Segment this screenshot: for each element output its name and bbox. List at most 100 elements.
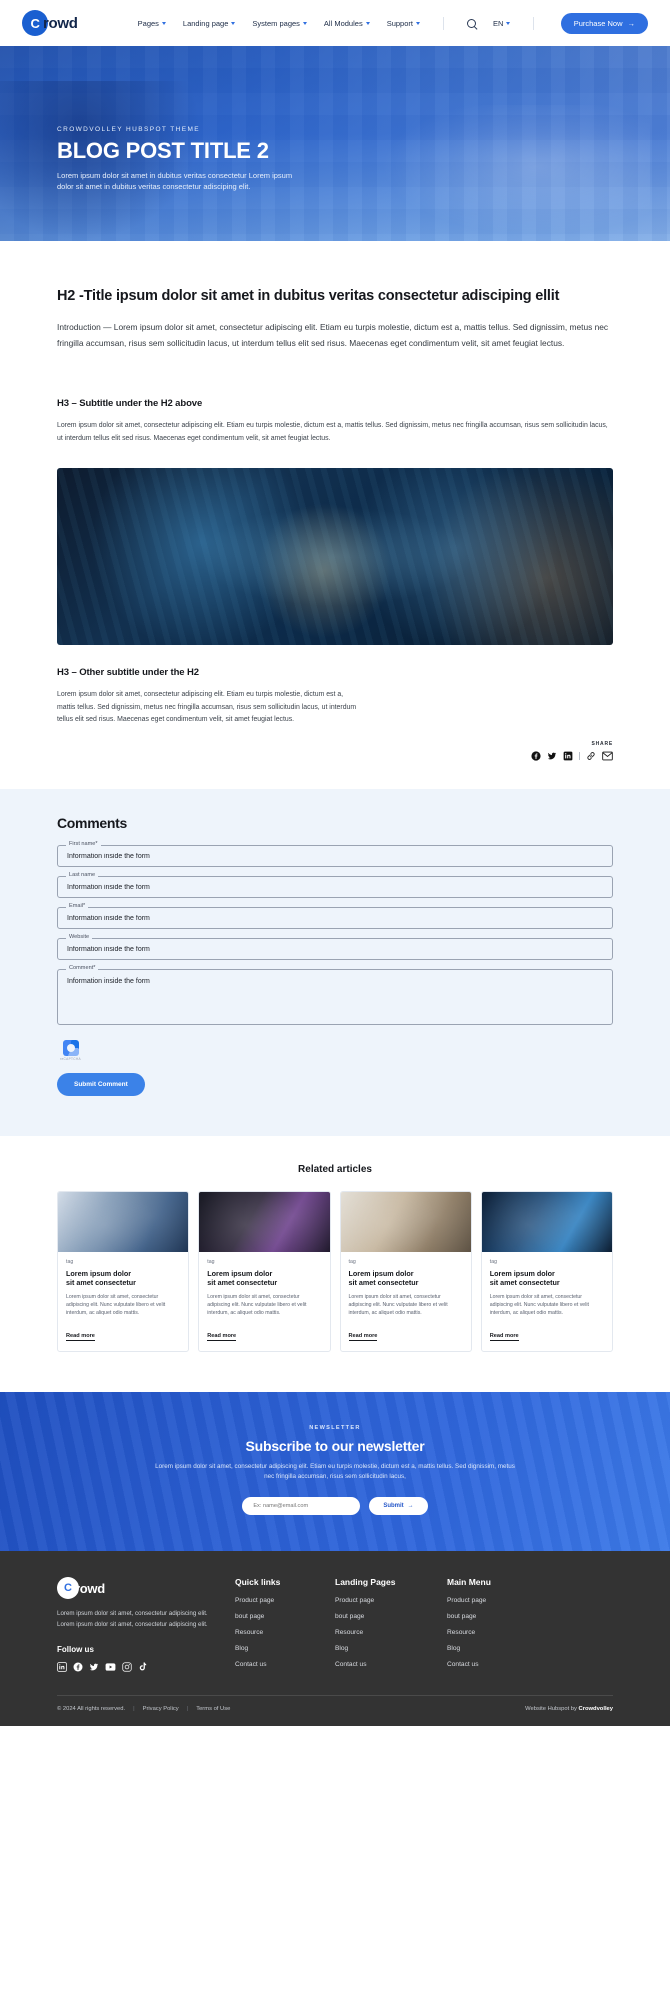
article-intro: Introduction — Lorem ipsum dolor sit ame…	[57, 322, 609, 348]
newsletter-content: NEWSLETTER Subscribe to our newsletter L…	[57, 1424, 613, 1516]
twitter-icon[interactable]	[547, 751, 557, 761]
hero-subtitle: Lorem ipsum dolor sit amet in dubitus ve…	[57, 170, 293, 192]
card-body: tag Lorem ipsum dolor sit amet consectet…	[482, 1252, 612, 1351]
article-card[interactable]: tag Lorem ipsum dolor sit amet consectet…	[198, 1191, 331, 1352]
first-name-input[interactable]	[57, 845, 613, 868]
nav-item-system-pages[interactable]: System pages	[252, 19, 307, 28]
footer-legal: © 2024 All rights reserved. | Privacy Po…	[57, 1706, 230, 1712]
newsletter-submit-button[interactable]: Submit →	[369, 1497, 428, 1516]
nav-label: System pages	[252, 18, 300, 28]
nav-item-landing-page[interactable]: Landing page	[183, 19, 236, 28]
footer-link[interactable]: bout page	[335, 1613, 447, 1620]
linkedin-icon[interactable]	[57, 1662, 67, 1672]
footer-link[interactable]: bout page	[447, 1613, 547, 1620]
tiktok-icon[interactable]	[138, 1662, 147, 1672]
card-title: Lorem ipsum dolor sit amet consectetur	[66, 1269, 136, 1288]
footer-link[interactable]: Product page	[335, 1597, 447, 1604]
last-name-input[interactable]	[57, 876, 613, 899]
article-body-b: Lorem ipsum dolor sit amet, consectetur …	[57, 690, 357, 724]
footer-column-title: Quick links	[235, 1577, 281, 1588]
article-card[interactable]: tag Lorem ipsum dolor sit amet consectet…	[480, 1191, 613, 1352]
website-input[interactable]	[57, 938, 613, 961]
nav-label: Pages	[137, 18, 159, 28]
card-tag: tag	[348, 1259, 356, 1266]
link-icon[interactable]	[586, 751, 596, 761]
chevron-down-icon	[231, 21, 236, 25]
card-thumbnail	[340, 1192, 471, 1253]
hero-section: CROWDVOLLEY HUBSPOT THEME BLOG POST TITL…	[0, 46, 670, 241]
read-more-link[interactable]: Read more	[348, 1333, 378, 1341]
footer-link[interactable]: Resource	[235, 1629, 335, 1636]
comment-textarea[interactable]: Information inside the form	[57, 969, 613, 1026]
cta-label: Purchase Now	[573, 18, 623, 28]
read-more-link[interactable]: Read more	[66, 1333, 95, 1341]
card-thumbnail	[58, 1192, 189, 1253]
footer-link[interactable]: Blog	[235, 1645, 335, 1652]
newsletter-email-input[interactable]	[242, 1497, 361, 1516]
article-section-b: H3 – Other subtitle under the H2 Lorem i…	[57, 667, 613, 727]
article-card[interactable]: tag Lorem ipsum dolor sit amet consectet…	[57, 1191, 190, 1352]
field-label: Last name	[66, 872, 99, 879]
footer-column-main-menu: Main Menu Product page bout page Resourc…	[447, 1577, 547, 1677]
footer-link[interactable]: Resource	[447, 1629, 547, 1636]
comments-title: Comments	[57, 815, 127, 832]
recaptcha-widget[interactable]: reCAPTCHA	[59, 1040, 82, 1061]
footer-link[interactable]: Resource	[335, 1629, 447, 1636]
search-icon[interactable]	[466, 18, 476, 28]
article-card[interactable]: tag Lorem ipsum dolor sit amet consectet…	[339, 1191, 472, 1352]
terms-of-use-link[interactable]: Terms of Use	[196, 1706, 230, 1712]
footer-link[interactable]: Product page	[447, 1597, 547, 1604]
newsletter-eyebrow: NEWSLETTER	[309, 1424, 361, 1431]
site-header: C rowd Pages Landing page System pages A…	[0, 0, 670, 46]
instagram-icon[interactable]	[122, 1662, 132, 1672]
nav-item-support[interactable]: Support	[387, 19, 420, 28]
share-row: SHARE	[57, 727, 613, 761]
facebook-icon[interactable]	[73, 1662, 83, 1672]
legal-divider: |	[133, 1706, 135, 1713]
nav-divider	[533, 16, 535, 30]
chevron-down-icon	[365, 21, 370, 25]
field-website: Website	[57, 934, 613, 961]
share-label: SHARE	[591, 741, 613, 748]
footer-link[interactable]: Contact us	[235, 1661, 335, 1668]
article-feature-image	[57, 467, 613, 645]
submit-comment-button[interactable]: Submit Comment	[57, 1073, 145, 1097]
purchase-now-button[interactable]: Purchase Now →	[560, 12, 648, 34]
chevron-down-icon	[302, 21, 307, 25]
email-icon[interactable]	[602, 751, 613, 761]
footer-link[interactable]: Contact us	[335, 1661, 447, 1668]
field-label: Email*	[66, 903, 89, 910]
newsletter-section: NEWSLETTER Subscribe to our newsletter L…	[0, 1391, 670, 1552]
share-icons	[531, 751, 613, 761]
footer-bottom: © 2024 All rights reserved. | Privacy Po…	[57, 1696, 613, 1726]
footer-link[interactable]: Product page	[235, 1597, 335, 1604]
twitter-icon[interactable]	[89, 1662, 99, 1672]
credit-brand: Crowdvolley	[578, 1706, 613, 1713]
youtube-icon[interactable]	[105, 1662, 116, 1672]
footer-link[interactable]: Blog	[335, 1645, 447, 1652]
footer-logo[interactable]: C rowd	[57, 1577, 235, 1600]
linkedin-icon[interactable]	[563, 751, 573, 761]
footer-link[interactable]: Blog	[447, 1645, 547, 1652]
read-more-link[interactable]: Read more	[489, 1333, 519, 1341]
card-title: Lorem ipsum dolor sit amet consectetur	[348, 1269, 419, 1288]
read-more-link[interactable]: Read more	[207, 1333, 237, 1341]
email-input[interactable]	[57, 907, 613, 930]
footer-link[interactable]: bout page	[235, 1613, 335, 1620]
language-selector[interactable]: EN	[493, 19, 511, 28]
nav-item-all-modules[interactable]: All Modules	[324, 19, 370, 28]
related-cards: tag Lorem ipsum dolor sit amet consectet…	[57, 1191, 613, 1352]
privacy-policy-link[interactable]: Privacy Policy	[143, 1706, 179, 1712]
logo-text: rowd	[43, 14, 78, 32]
nav-item-pages[interactable]: Pages	[138, 19, 166, 28]
card-title: Lorem ipsum dolor sit amet consectetur	[207, 1269, 278, 1288]
newsletter-subtitle: Lorem ipsum dolor sit amet, consectetur …	[155, 1462, 515, 1481]
footer-column-landing-pages: Landing Pages Product page bout page Res…	[335, 1577, 447, 1677]
footer-link[interactable]: Contact us	[447, 1661, 547, 1668]
site-logo[interactable]: C rowd	[22, 10, 78, 36]
article-section-a: H3 – Subtitle under the H2 above Lorem i…	[57, 398, 613, 446]
footer-column-title: Main Menu	[447, 1577, 491, 1588]
share-divider	[579, 752, 580, 761]
facebook-icon[interactable]	[531, 751, 541, 761]
share-block: SHARE	[531, 741, 613, 761]
